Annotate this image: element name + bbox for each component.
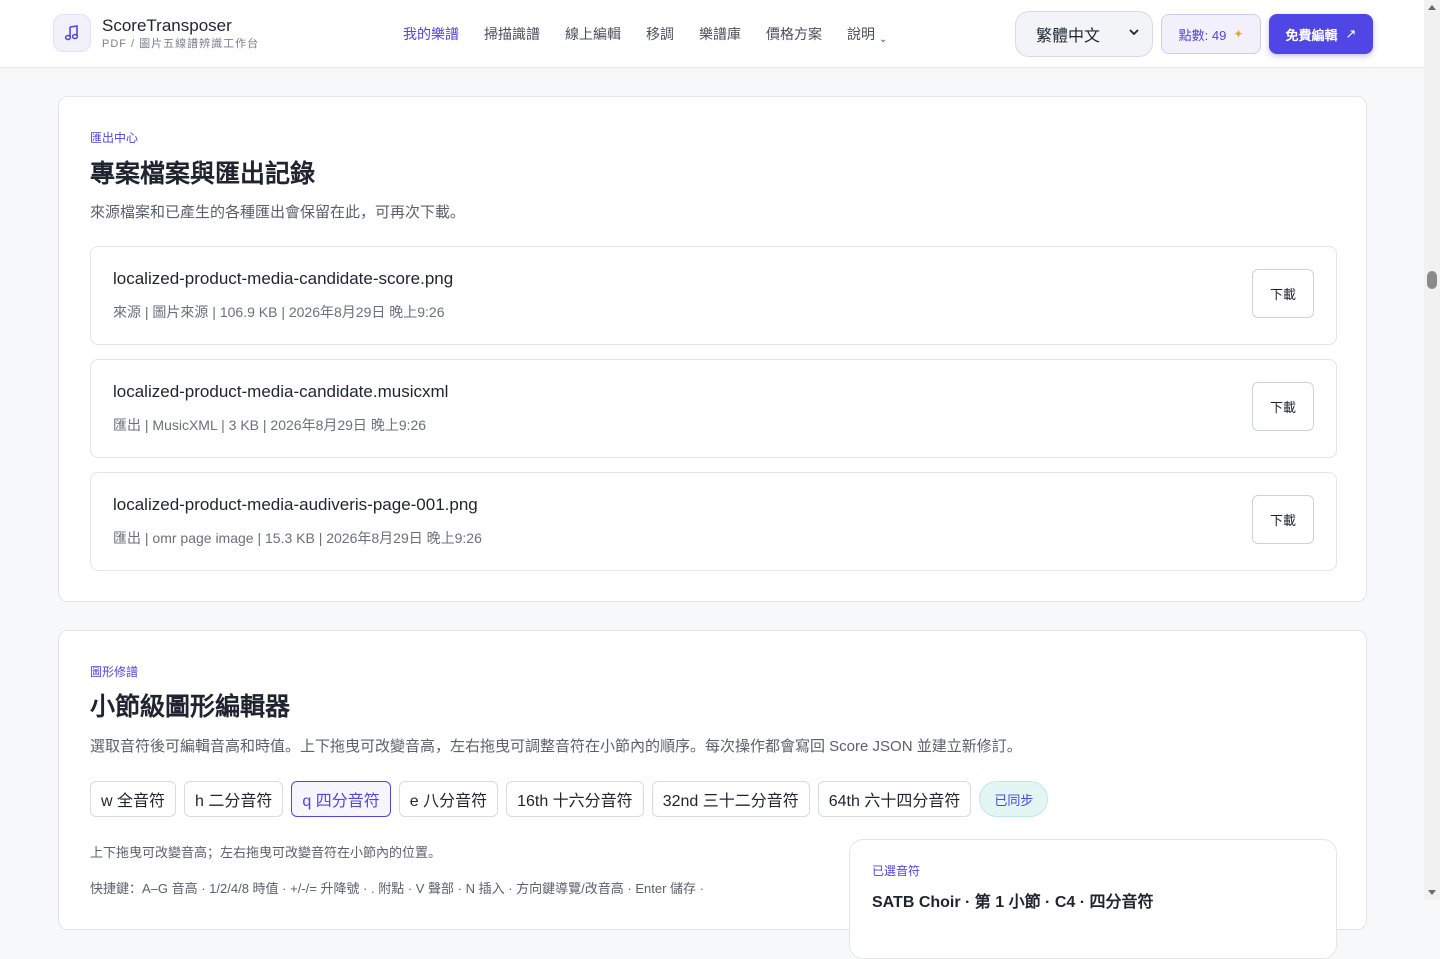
file-row: localized-product-media-audiveris-page-0… xyxy=(90,472,1337,571)
shortcut-hint: 快捷鍵：A–G 音高 · 1/2/4/8 時值 · +/-/= 升降號 · . … xyxy=(90,881,704,896)
duration-32nd-button[interactable]: 32nd 三十二分音符 xyxy=(651,781,810,817)
nav-transpose[interactable]: 移調 xyxy=(646,24,674,47)
section-description: 選取音符後可編輯音高和時值。上下拖曳可改變音高，左右拖曳可調整音符在小節內的順序… xyxy=(90,738,1022,755)
brand-name: ScoreTransposer xyxy=(102,15,232,35)
file-meta: 匯出 | MusicXML | 3 KB | 2026年8月29日 晚上9:26 xyxy=(113,417,427,433)
nav-help-label: 說明 xyxy=(847,26,875,42)
selected-note-label: 已選音符 xyxy=(872,864,921,878)
free-edit-label: 免費編輯 xyxy=(1285,27,1338,43)
section-title: 小節級圖形編輯器 xyxy=(90,693,291,721)
brand[interactable]: ScoreTransposer PDF / 圖片五線譜辨識工作台 xyxy=(53,14,259,52)
file-name: localized-product-media-candidate.musicx… xyxy=(113,382,449,401)
download-button[interactable]: 下載 xyxy=(1252,269,1314,318)
sync-status-badge: 已同步 xyxy=(979,781,1049,817)
file-meta: 來源 | 圖片來源 | 106.9 KB | 2026年8月29日 晚上9:26 xyxy=(113,304,445,320)
duration-whole-button[interactable]: w 全音符 xyxy=(90,781,177,817)
nav-my-scores[interactable]: 我的樂譜 xyxy=(403,24,459,47)
selected-note-value: SATB Choir · 第 1 小節 · C4 · 四分音符 xyxy=(872,894,1154,911)
nav-online-edit[interactable]: 線上編輯 xyxy=(565,24,621,47)
file-row: localized-product-media-candidate-score.… xyxy=(90,246,1337,345)
duration-eighth-button[interactable]: e 八分音符 xyxy=(398,781,499,817)
chevron-down-icon: ⌄ xyxy=(879,34,888,45)
main-nav: 我的樂譜 掃描識譜 線上編輯 移調 樂譜庫 價格方案 說明 ⌄ xyxy=(403,24,912,47)
top-navigation-bar: ScoreTransposer PDF / 圖片五線譜辨識工作台 我的樂譜 掃描… xyxy=(0,0,1424,68)
section-title: 專案檔案與匯出記錄 xyxy=(90,160,316,188)
free-edit-button[interactable]: 免費編輯 ↗ xyxy=(1269,14,1373,54)
section-description: 來源檔案和已產生的各種匯出會保留在此，可再次下載。 xyxy=(90,204,466,221)
nav-help[interactable]: 說明 ⌄ xyxy=(847,24,887,47)
file-row: localized-product-media-candidate.musicx… xyxy=(90,359,1337,458)
duration-half-button[interactable]: h 二分音符 xyxy=(184,781,284,817)
export-center-card: 匯出中心 專案檔案與匯出記錄 來源檔案和已產生的各種匯出會保留在此，可再次下載。… xyxy=(58,96,1367,602)
nav-pricing[interactable]: 價格方案 xyxy=(766,24,822,47)
scroll-up-arrow-icon[interactable] xyxy=(1428,5,1436,10)
music-note-logo-icon xyxy=(53,14,91,52)
chevron-down-icon xyxy=(1129,29,1139,36)
language-value: 繁體中文 xyxy=(1036,28,1101,45)
page-scrollbar[interactable] xyxy=(1424,0,1440,900)
download-button[interactable]: 下載 xyxy=(1252,495,1314,544)
file-name: localized-product-media-candidate-score.… xyxy=(113,269,454,288)
section-eyebrow: 圖形修譜 xyxy=(90,665,139,679)
scroll-thumb[interactable] xyxy=(1427,271,1437,289)
external-arrow-icon: ↗ xyxy=(1345,26,1357,41)
language-select[interactable]: 繁體中文 xyxy=(1015,11,1153,57)
nav-library[interactable]: 樂譜庫 xyxy=(699,24,741,47)
duration-16th-button[interactable]: 16th 十六分音符 xyxy=(506,781,644,817)
credits-badge[interactable]: 點數: 49 ✦ xyxy=(1161,14,1261,54)
selected-note-panel: 已選音符 SATB Choir · 第 1 小節 · C4 · 四分音符 xyxy=(849,839,1337,959)
drag-hint: 上下拖曳可改變音高；左右拖曳可改變音符在小節內的位置。 xyxy=(90,845,442,860)
download-button[interactable]: 下載 xyxy=(1252,382,1314,431)
graphic-editor-card: 圖形修譜 小節級圖形編輯器 選取音符後可編輯音高和時值。上下拖曳可改變音高，左右… xyxy=(58,630,1367,959)
duration-toolbar: w 全音符 h 二分音符 q 四分音符 e 八分音符 16th 十六分音符 32… xyxy=(90,781,1049,817)
sparkle-icon: ✦ xyxy=(1233,27,1244,41)
scroll-down-arrow-icon[interactable] xyxy=(1428,890,1436,895)
nav-scan[interactable]: 掃描識譜 xyxy=(484,24,540,47)
duration-quarter-button[interactable]: q 四分音符 xyxy=(291,781,391,817)
brand-text: ScoreTransposer PDF / 圖片五線譜辨識工作台 xyxy=(102,16,259,51)
section-eyebrow: 匯出中心 xyxy=(90,131,139,145)
duration-64th-button[interactable]: 64th 六十四分音符 xyxy=(817,781,972,817)
file-name: localized-product-media-audiveris-page-0… xyxy=(113,495,478,514)
credits-label: 點數: 49 xyxy=(1178,27,1227,43)
brand-subtitle: PDF / 圖片五線譜辨識工作台 xyxy=(102,37,260,50)
file-meta: 匯出 | omr page image | 15.3 KB | 2026年8月2… xyxy=(113,530,482,546)
